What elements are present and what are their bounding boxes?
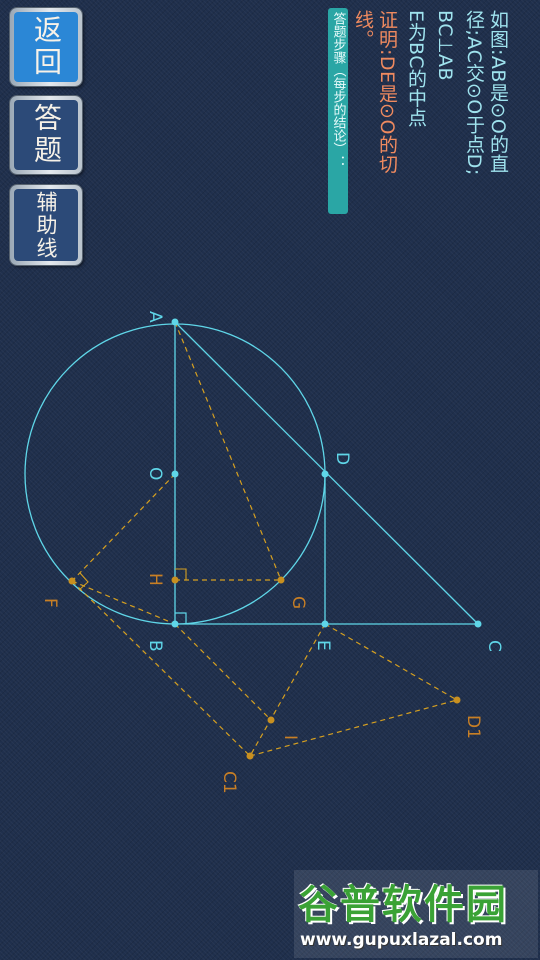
label-e: E: [313, 640, 333, 651]
point-o: [171, 470, 179, 478]
aux-of: [71, 473, 176, 582]
label-b: B: [145, 640, 165, 652]
aux-bi: [174, 623, 272, 721]
watermark-logo: 谷普软件园 www.gupuxlazal.com: [294, 870, 538, 958]
watermark-url: www.gupuxlazal.com: [300, 930, 503, 950]
aux-points: [68, 576, 461, 760]
point-d1: [453, 696, 461, 704]
label-i: I: [280, 735, 300, 740]
point-h: [171, 576, 179, 584]
label-d1: D1: [463, 715, 483, 739]
label-f: F: [40, 598, 60, 608]
aux-ed1: [324, 623, 458, 701]
aux-fb: [71, 580, 176, 625]
aux-ag: [174, 321, 282, 581]
label-c: C: [484, 640, 504, 652]
label-a: A: [145, 311, 165, 323]
point-c: [474, 620, 482, 628]
point-f: [68, 577, 76, 585]
point-c1: [246, 752, 254, 760]
right-angle-f: [78, 572, 89, 591]
label-h: H: [145, 573, 165, 586]
point-e: [321, 620, 329, 628]
point-a: [171, 318, 179, 326]
label-d: D: [332, 452, 352, 465]
aux-fc1: [71, 580, 251, 757]
auxiliary-lines: [71, 321, 458, 757]
point-b: [171, 620, 179, 628]
geometry-figure: A O D B E C H G F I C1 D1: [24, 311, 504, 794]
aux-c1d1: [249, 699, 458, 757]
point-i: [267, 716, 275, 724]
point-d: [321, 470, 329, 478]
label-g: G: [288, 596, 308, 609]
label-o: O: [145, 467, 165, 480]
point-g: [277, 576, 285, 584]
watermark-title: 谷普软件园: [298, 882, 508, 928]
label-c1: C1: [219, 771, 239, 794]
